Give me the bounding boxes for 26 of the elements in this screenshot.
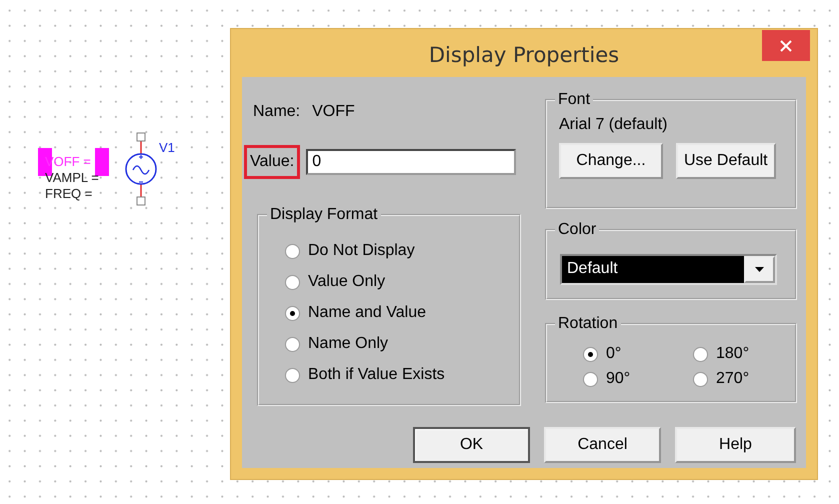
color-dropdown[interactable]: Default [560,254,777,285]
radio-label[interactable]: 270° [716,370,750,388]
window-title: Display Properties [428,42,620,67]
font-button[interactable]: Change... [559,143,663,179]
radio-label[interactable]: Name and Value [308,304,426,322]
radio-label[interactable]: Both if Value Exists [308,366,445,384]
radio-label[interactable]: 180° [716,345,750,363]
radio-label[interactable]: 90° [606,370,630,388]
name-label: Name: [253,103,300,122]
value-label: Value: [244,145,300,179]
dialog-button[interactable]: OK [413,426,530,462]
dialog-button[interactable]: Cancel [544,426,661,462]
dialog-button[interactable]: Help [675,426,796,462]
name-value: VOFF [312,103,355,122]
dropdown-value: Default [566,259,619,279]
radio-label[interactable]: Value Only [308,273,386,291]
radio-label[interactable]: Name Only [308,335,388,353]
part-label: V1 [159,140,175,155]
font-button[interactable]: Use Default [676,143,776,179]
font-name: Arial 7 (default) [559,115,668,135]
value-field[interactable]: 0 [306,149,516,175]
radio-label[interactable]: Do Not Display [308,242,415,260]
group-title: Display Format [267,205,381,225]
parameter-text[interactable]: VAMPL = [45,170,99,185]
parameter-text[interactable]: FREQ = [45,186,92,201]
radio-label[interactable]: 0° [606,345,622,363]
